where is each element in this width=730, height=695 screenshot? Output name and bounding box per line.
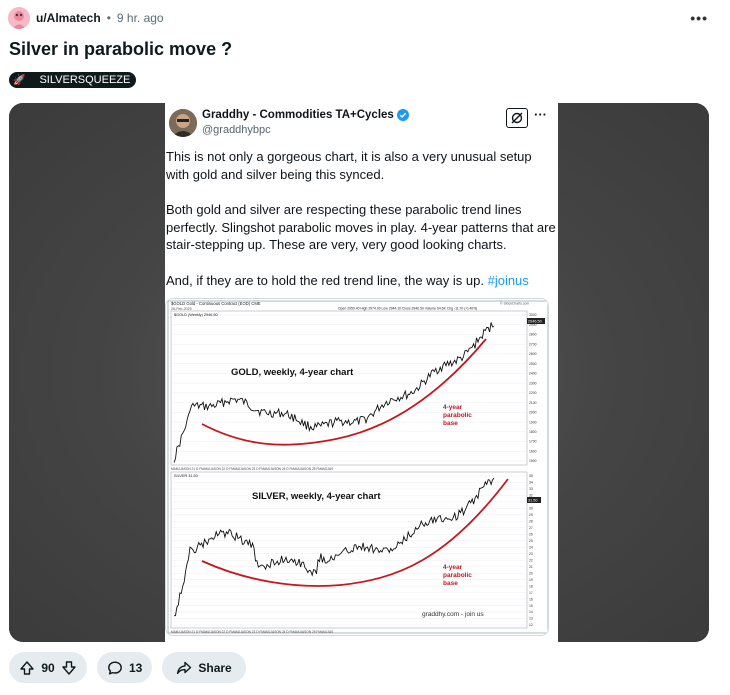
gold-annotation-line1: 4-year	[443, 404, 463, 411]
share-button[interactable]: Share	[162, 652, 246, 683]
engagement-bar: 90 13 Share	[9, 652, 246, 683]
axis-tick-label: 2800	[529, 333, 537, 337]
vote-count: 90	[41, 660, 55, 675]
verified-badge-icon	[396, 109, 409, 121]
tweet-paragraph-3-text: And, if they are to hold the red trend l…	[166, 272, 488, 288]
axis-tick-label: 2700	[529, 342, 537, 346]
post-time: 9 hr. ago	[116, 11, 164, 25]
comment-bubble-icon	[108, 661, 122, 674]
comments-count: 13	[129, 660, 143, 675]
share-label: Share	[198, 660, 232, 675]
silver-last-price-text: 31.50	[528, 499, 538, 503]
gold-x-axis-labels: MAMJJASON 21 D FMAMJJASON 22 D FMAMJJASO…	[171, 467, 333, 471]
axis-tick-label: 22	[529, 558, 533, 562]
stock-chart-image: $GOLD Gold - Continuous Contract (EOD) C…	[165, 298, 549, 636]
silver-chart-title: SILVER, weekly, 4-year chart	[252, 491, 381, 502]
silver-annotation-line2: parabolic	[443, 572, 472, 579]
gold-series-label: $GOLD (Weekly) 2946.50	[174, 313, 218, 317]
tweet-header: Graddhy - Commodities TA+Cycles @graddhy…	[165, 103, 558, 145]
post-title[interactable]: Silver in parabolic move ?	[9, 39, 232, 60]
axis-tick-label: 24	[529, 545, 533, 549]
vote-control: 90	[9, 652, 87, 683]
axis-tick-label: 3000	[529, 313, 537, 317]
axis-tick-label: 26	[529, 533, 533, 537]
axis-tick-label: 1600	[529, 449, 537, 453]
axis-tick-label: 12	[529, 623, 533, 627]
axis-tick-label: 28	[529, 520, 533, 524]
tweet-paragraph-1: This is not only a gorgeous chart, it is…	[166, 149, 532, 182]
tweet-author-handle: @graddhybpc	[202, 124, 271, 136]
post-flair[interactable]: 🚀 SILVERSQUEEZE	[9, 72, 137, 88]
axis-tick-label: 1500	[529, 459, 537, 463]
share-arrow-icon	[177, 661, 192, 674]
gold-annotation-line3: base	[443, 420, 458, 427]
axis-tick-label: 35	[529, 474, 533, 478]
axis-tick-label: 27	[529, 526, 533, 530]
tweet-more-icon: ···	[534, 107, 547, 122]
silver-annotation-line1: 4-year	[443, 564, 463, 571]
upvote-icon[interactable]	[19, 660, 35, 676]
axis-tick-label: 2100	[529, 401, 537, 405]
axis-tick-label: 33	[529, 487, 533, 491]
chart-header-left: $GOLD Gold - Continuous Contract (EOD) C…	[171, 301, 261, 306]
rocket-icon: 🚀	[13, 74, 26, 86]
silver-x-axis-labels: MAMJJASON 21 D FMAMJJASON 22 D FMAMJJASO…	[171, 630, 333, 634]
axis-tick-label: 14	[529, 610, 533, 614]
axis-tick-label: 23	[529, 552, 533, 556]
gold-last-price-text: 2946.50	[528, 320, 542, 324]
axis-tick-label: 18	[529, 584, 533, 588]
axis-tick-label: 17	[529, 591, 533, 595]
axis-tick-label: 2000	[529, 411, 537, 415]
user-avatar[interactable]	[8, 7, 30, 29]
chart-header-date: 26-Feb-2025	[171, 307, 192, 311]
axis-tick-label: 13	[529, 617, 533, 621]
comments-button[interactable]: 13	[97, 652, 153, 683]
silver-series-label: SILVER 31.50	[174, 474, 198, 478]
axis-tick-label: 2600	[529, 352, 537, 356]
username-link[interactable]: u/Almatech	[36, 11, 101, 25]
tweet-hashtag: #joinus	[487, 272, 529, 288]
meta-separator: •	[106, 11, 111, 25]
axis-tick-label: 1700	[529, 440, 537, 444]
axis-tick-label: 1800	[529, 430, 537, 434]
post-meta: u/Almatech • 9 hr. ago	[8, 7, 164, 29]
chart-header-right: Open 2950.40 High 2974.00 Low 2944.10 Cl…	[338, 307, 477, 311]
axis-tick-label: 16	[529, 597, 533, 601]
tweet-paragraph-3: And, if they are to hold the red trend l…	[166, 272, 558, 290]
axis-tick-label: 21	[529, 565, 533, 569]
tweet-paragraph-2: Both gold and silver are respecting thes…	[166, 202, 556, 252]
axis-tick-label: 2300	[529, 381, 537, 385]
axis-tick-label: 30	[529, 507, 533, 511]
gold-annotation-line2: parabolic	[443, 412, 472, 419]
axis-tick-label: 2400	[529, 372, 537, 376]
axis-tick-label: 15	[529, 604, 533, 608]
post-overflow-menu-button[interactable]: •••	[690, 10, 708, 26]
tweet-author-avatar	[169, 109, 197, 137]
grok-icon	[506, 108, 528, 128]
axis-tick-label: 34	[529, 481, 533, 485]
gold-chart-title: GOLD, weekly, 4-year chart	[231, 367, 354, 378]
axis-tick-label: 2500	[529, 362, 537, 366]
tweet-author-name: Graddhy - Commodities TA+Cycles	[202, 109, 409, 121]
reddit-post: u/Almatech • 9 hr. ago ••• Silver in par…	[0, 0, 730, 695]
axis-tick-label: 25	[529, 539, 533, 543]
tweet-screenshot: Graddhy - Commodities TA+Cycles @graddhy…	[165, 103, 558, 642]
axis-tick-label: 1900	[529, 420, 537, 424]
tweet-author-name-text: Graddhy - Commodities TA+Cycles	[202, 109, 394, 121]
chart-stockcharts-credit: © StockCharts.com	[500, 302, 529, 306]
chart-watermark: graddhy.com - join us	[422, 611, 484, 618]
stock-chart-svg: $GOLD Gold - Continuous Contract (EOD) C…	[166, 299, 548, 635]
flair-label: SILVERSQUEEZE	[39, 74, 131, 86]
downvote-icon[interactable]	[61, 660, 77, 676]
tweet-body: This is not only a gorgeous chart, it is…	[166, 148, 558, 307]
post-media[interactable]: Graddhy - Commodities TA+Cycles @graddhy…	[9, 103, 709, 642]
axis-tick-label: 19	[529, 578, 533, 582]
silver-annotation-line3: base	[443, 580, 458, 587]
axis-tick-label: 20	[529, 571, 533, 575]
axis-tick-label: 2200	[529, 391, 537, 395]
axis-tick-label: 29	[529, 513, 533, 517]
